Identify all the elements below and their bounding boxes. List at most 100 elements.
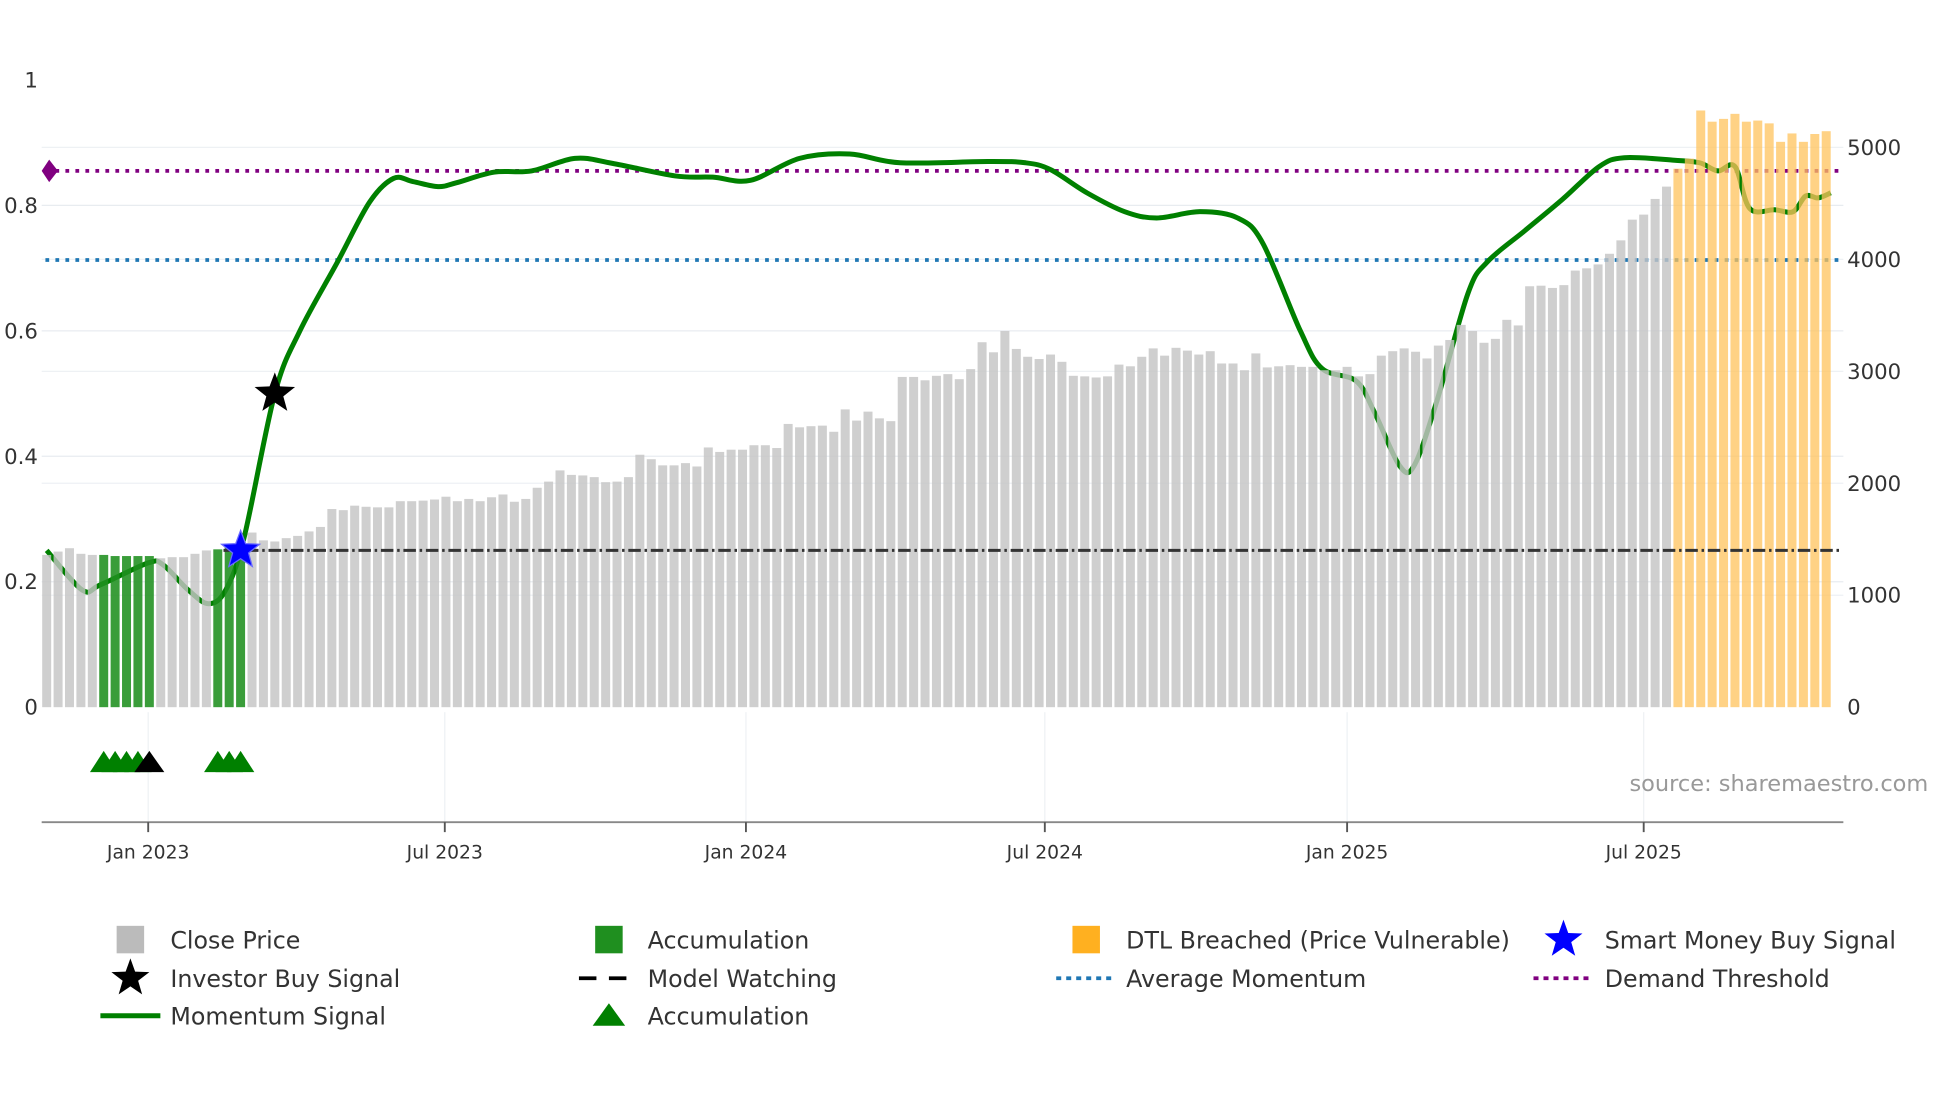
accumulation-bar	[122, 556, 132, 708]
close-price-bar	[1160, 355, 1170, 708]
legend-item-orange-square: DTL Breached (Price Vulnerable)	[1072, 925, 1510, 954]
close-price-bar	[886, 421, 896, 708]
legend-item-green-triangle: Accumulation	[592, 1003, 810, 1031]
close-price-bar	[1388, 351, 1398, 708]
close-price-bar	[1331, 370, 1341, 708]
legend-label: Momentum Signal	[170, 1003, 386, 1031]
close-price-bar	[1228, 363, 1238, 708]
right-axis-tick-label: 5000	[1847, 136, 1901, 161]
legend: Close Price Accumulation DTL Breached (Pri…	[100, 919, 1896, 1031]
close-price-bar	[1433, 345, 1443, 708]
close-price-bar	[1091, 377, 1101, 708]
gray-square-icon	[116, 925, 145, 954]
close-price-bar	[874, 418, 884, 708]
accumulation-bar	[110, 556, 120, 708]
close-price-bar	[749, 445, 759, 708]
close-price-bar	[156, 558, 166, 708]
close-price-bar	[1411, 351, 1421, 708]
close-price-bar	[418, 500, 428, 708]
dtl-breached-bar	[1810, 133, 1820, 708]
left-axis-tick-label: 0.2	[4, 570, 38, 595]
legend-label: Model Watching	[648, 965, 837, 993]
close-price-bar	[1479, 342, 1489, 708]
left-axis-tick-label: 0.4	[4, 445, 38, 470]
right-axis-tick-label: 0	[1847, 696, 1861, 721]
x-axis-tick-label: Jan 2025	[1305, 842, 1389, 863]
close-price-bar	[87, 554, 97, 708]
close-price-bar	[1399, 348, 1409, 708]
x-axis-tick-label: Jan 2024	[704, 842, 788, 863]
close-price-bar	[966, 369, 976, 708]
legend-label: Accumulation	[648, 926, 810, 954]
legend-item-blue-star: Smart Money Buy Signal	[1544, 919, 1896, 956]
close-price-bar	[852, 420, 862, 708]
close-price-bar	[589, 477, 599, 708]
close-price-bar	[954, 379, 964, 708]
close-price-bar	[1342, 366, 1352, 708]
close-price-bar	[441, 496, 451, 708]
close-price-bar	[601, 482, 611, 708]
close-price-bar	[350, 505, 360, 708]
close-price-bar	[1148, 348, 1158, 708]
close-price-bar	[270, 541, 280, 708]
close-price-bar	[772, 448, 782, 708]
close-price-bar	[783, 423, 793, 708]
close-price-bar	[1445, 339, 1455, 708]
momentum-chart: 0 0.2 0.4 0.6 0.8 1 0 1000 2000 3000 4000 5000 Jan 2…	[4, 68, 1928, 1031]
close-price-bar	[544, 481, 554, 708]
close-price-bar	[384, 507, 394, 708]
demand-threshold-diamond-marker	[41, 159, 58, 183]
close-price-bar	[555, 470, 565, 708]
close-price-bar	[1285, 365, 1295, 708]
close-price-bar	[1319, 370, 1329, 708]
close-price-bar	[1593, 264, 1603, 708]
left-axis-tick-label: 0.8	[4, 194, 38, 219]
left-axis-tick-label: 1	[24, 68, 38, 93]
close-price-bar	[1046, 354, 1056, 708]
dtl-breached-bar	[1696, 110, 1706, 708]
close-price-bar	[635, 454, 645, 708]
close-price-bar	[1468, 331, 1478, 708]
close-price-bar	[487, 497, 497, 708]
close-price-bar	[1296, 366, 1306, 708]
close-price-bar	[1650, 198, 1660, 708]
close-price-bar	[726, 449, 736, 708]
close-price-bar	[327, 509, 337, 708]
right-axis-tick-label: 4000	[1847, 248, 1901, 273]
close-price-bar	[817, 425, 827, 708]
left-axis-tick-label: 0	[24, 696, 38, 721]
close-price-bar	[715, 451, 725, 708]
close-price-bar	[338, 510, 348, 708]
accumulation-bar	[236, 544, 246, 708]
close-price-bar	[1125, 366, 1135, 708]
close-price-bar	[840, 409, 850, 708]
legend-label: Average Momentum	[1126, 965, 1366, 993]
close-price-bar	[315, 526, 325, 708]
accumulation-bar	[213, 549, 223, 708]
x-axis-tick-label: Jul 2024	[1006, 842, 1083, 863]
x-axis-tick-label: Jul 2025	[1605, 842, 1682, 863]
close-price-bar	[1080, 376, 1090, 708]
close-price-bar	[1034, 359, 1044, 708]
close-price-bar	[1057, 361, 1067, 708]
close-price-bar	[943, 374, 953, 708]
dtl-breached-bar	[1821, 131, 1831, 708]
close-price-bar	[909, 376, 919, 708]
legend-item-black-star: Investor Buy Signal	[111, 958, 400, 995]
threshold-lines	[41, 159, 1840, 262]
close-price-bar	[1547, 287, 1557, 708]
x-axis-tick-label: Jul 2023	[406, 842, 483, 863]
close-price-bar	[658, 465, 668, 708]
legend-item-blue-dot-line: Average Momentum	[1056, 965, 1366, 993]
close-price-bar	[1068, 375, 1078, 708]
close-price-bar	[1137, 356, 1147, 708]
source-label: source: sharemaestro.com	[1629, 771, 1928, 797]
green-triangle-icon	[592, 1003, 626, 1026]
close-price-bar	[452, 501, 462, 708]
close-price-bar	[509, 501, 519, 708]
close-price-bar	[1502, 319, 1512, 708]
legend-item-gray-square: Close Price	[116, 925, 300, 954]
close-price-bar	[703, 447, 713, 708]
legend-label: Accumulation	[648, 1003, 810, 1031]
legend-label: Smart Money Buy Signal	[1605, 926, 1896, 954]
